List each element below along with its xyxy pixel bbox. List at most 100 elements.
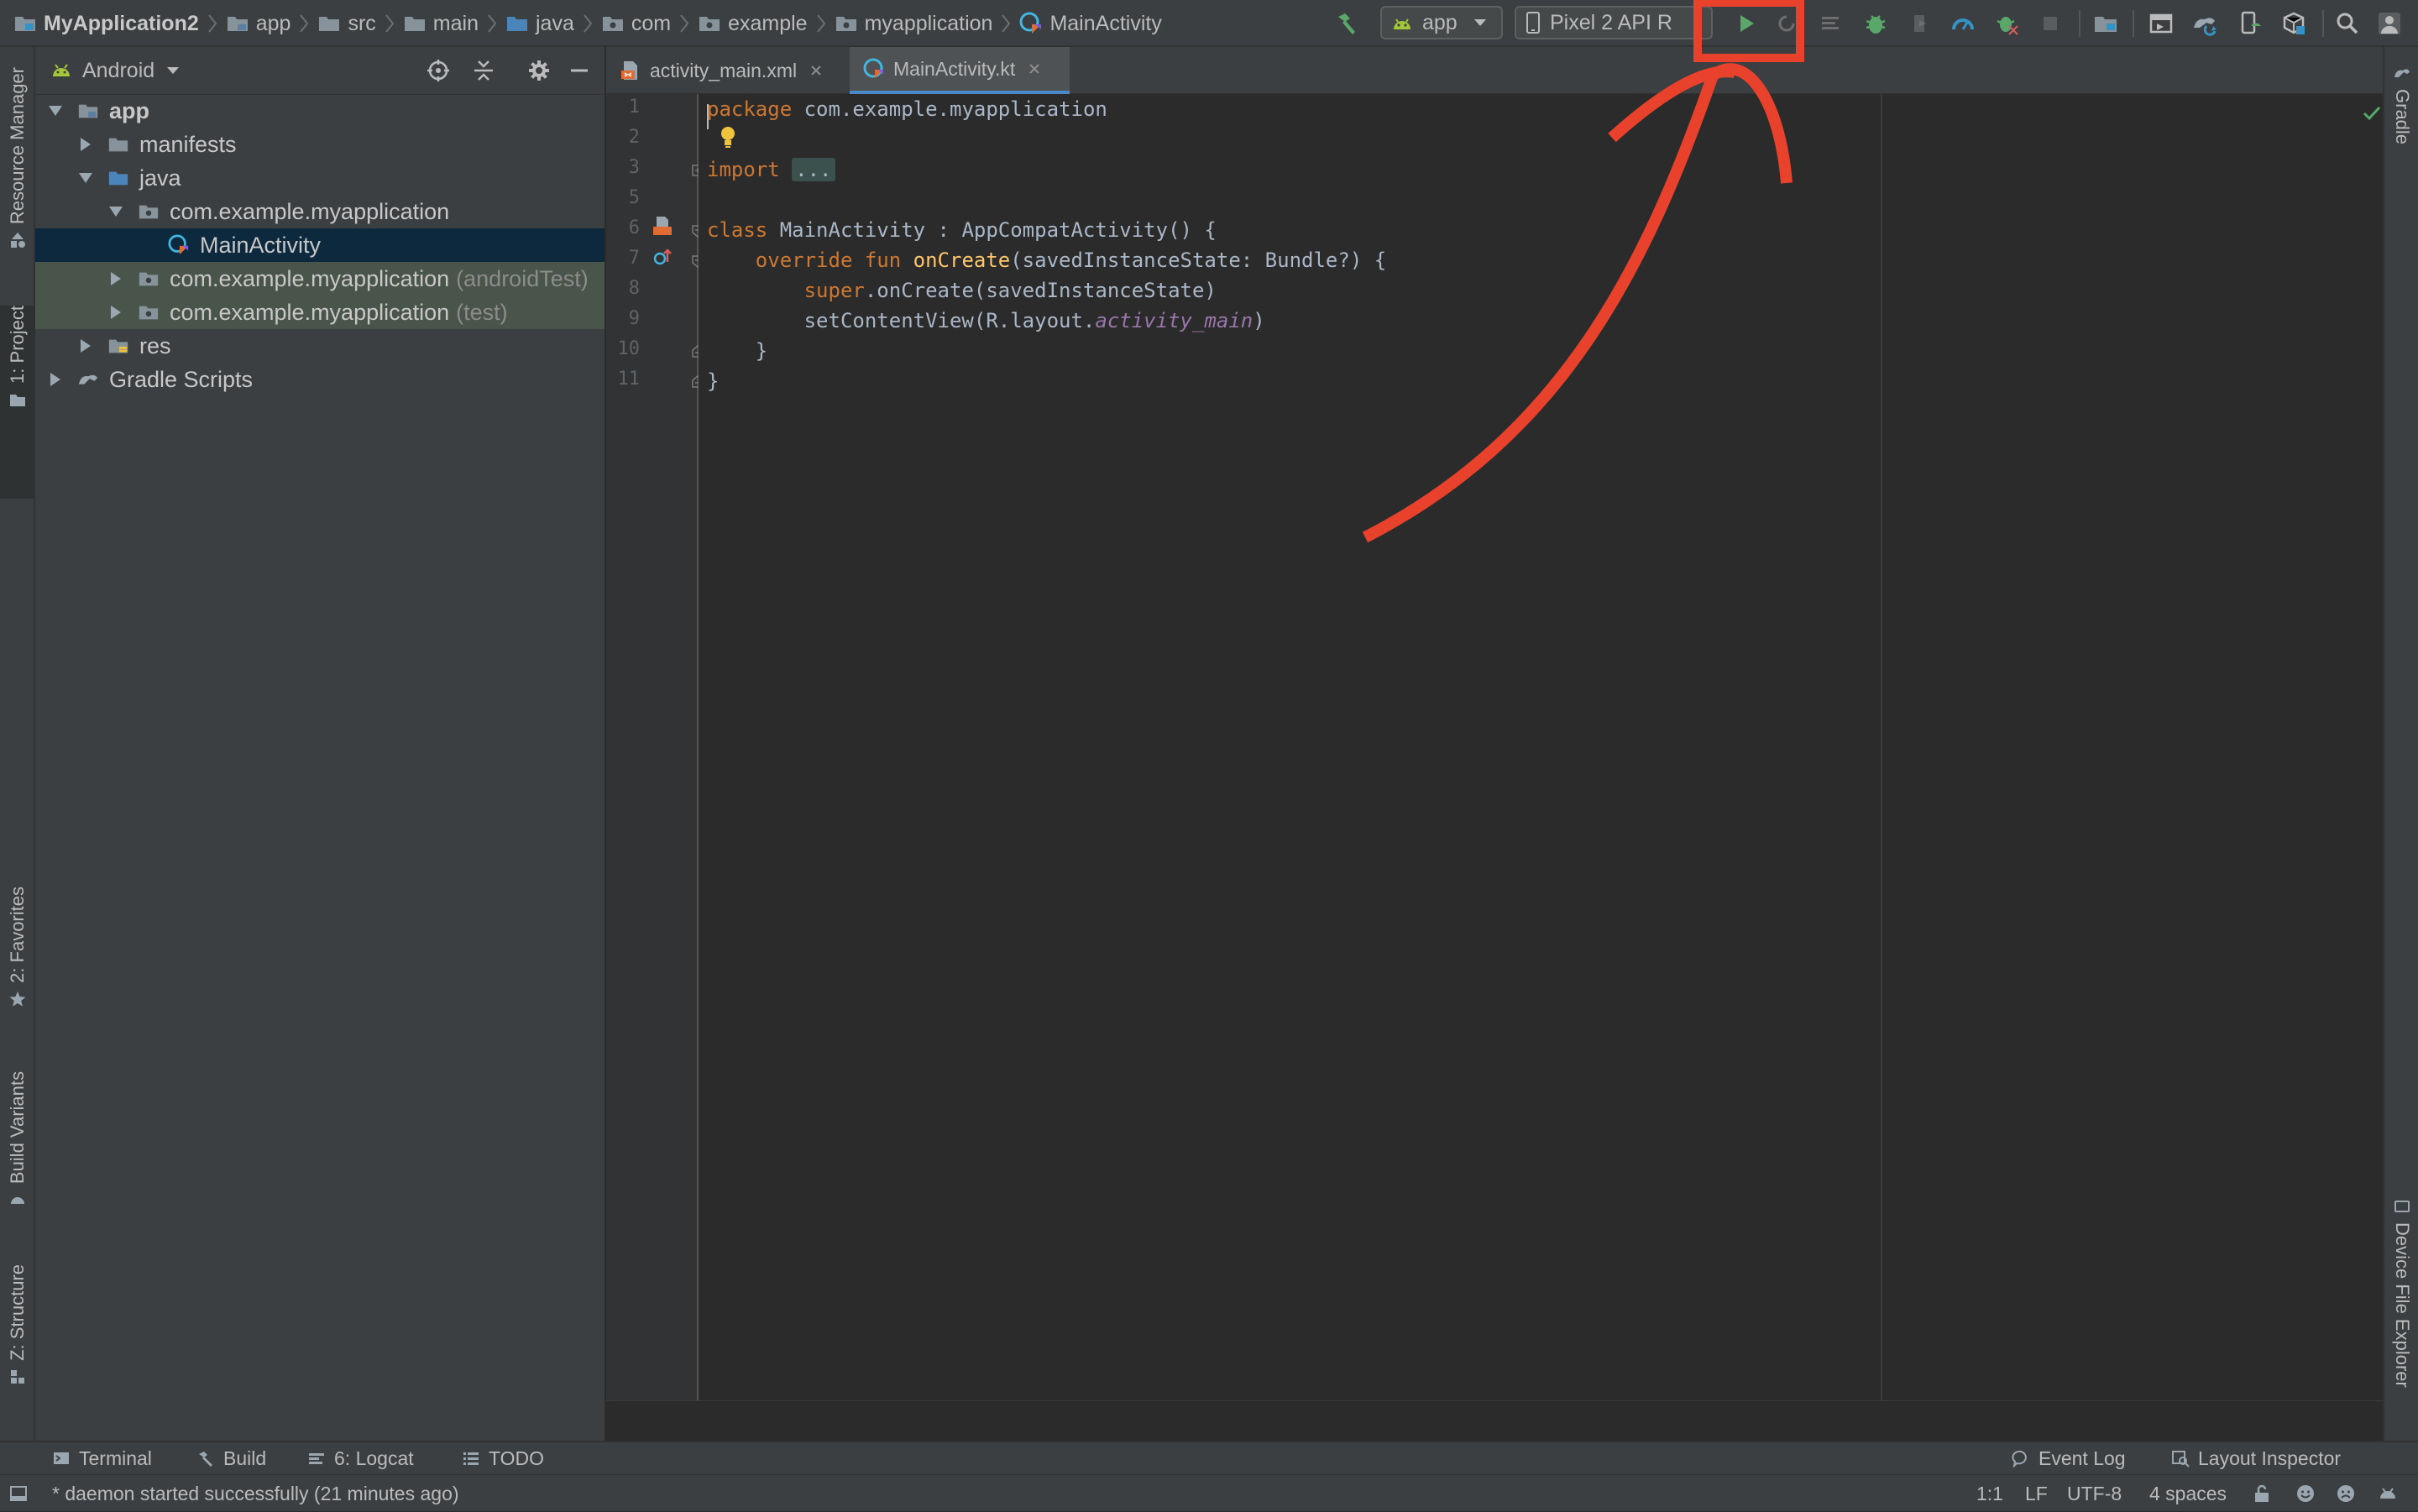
hammer-icon[interactable] xyxy=(1330,7,1363,40)
tree-item[interactable]: com.example.myapplication (test) xyxy=(35,296,604,329)
code-token: onCreate xyxy=(913,249,1011,272)
tree-item-label: app xyxy=(109,97,150,123)
code-token: import xyxy=(707,158,780,181)
breadcrumb-item[interactable]: myapplication xyxy=(835,12,992,36)
folder-icon xyxy=(106,133,131,155)
breadcrumb-item[interactable]: example xyxy=(698,12,808,36)
tree-item[interactable]: com.example.myapplication (androidTest) xyxy=(35,262,604,296)
collapsed-arrow-icon[interactable] xyxy=(77,136,94,153)
project-structure-icon[interactable] xyxy=(2089,7,2122,40)
tree-item[interactable]: java xyxy=(35,161,604,195)
gear-icon[interactable] xyxy=(526,57,552,84)
related-xml-icon[interactable] xyxy=(652,215,673,237)
line-separator[interactable]: LF xyxy=(2025,1475,2048,1512)
file-encoding[interactable]: UTF-8 xyxy=(2067,1475,2122,1512)
tab-build-variants[interactable]: Build Variants xyxy=(0,1071,35,1281)
tab-event-log[interactable]: Event Log xyxy=(2012,1442,2126,1474)
tab-project[interactable]: 1: Project xyxy=(0,306,35,499)
tree-item[interactable]: com.example.myapplication xyxy=(35,195,604,228)
status-message[interactable]: * daemon started successfully (21 minute… xyxy=(52,1475,459,1512)
breadcrumb-item[interactable]: java xyxy=(505,12,574,36)
layout-preview-icon[interactable] xyxy=(2144,7,2178,40)
tab-logcat[interactable]: 6: Logcat xyxy=(307,1442,414,1474)
tab-resource-manager-label: Resource Manager xyxy=(7,67,28,225)
bottom-tool-window-bar: Terminal Build 6: Logcat TODO Event Log … xyxy=(0,1441,2418,1474)
user-avatar[interactable] xyxy=(2373,7,2406,40)
tab-todo[interactable]: TODO xyxy=(462,1442,544,1474)
tree-item[interactable]: Gradle Scripts xyxy=(35,363,604,396)
indent-setting[interactable]: 4 spaces xyxy=(2149,1475,2227,1512)
tree-item[interactable]: app xyxy=(35,94,604,128)
avd-manager-icon[interactable] xyxy=(2233,7,2267,40)
locate-file-icon[interactable] xyxy=(425,57,452,84)
source-folder-icon xyxy=(505,12,529,35)
breadcrumb-item[interactable]: MyApplication2 xyxy=(13,12,199,36)
code-line: override fun onCreate (savedInstanceState… xyxy=(707,245,1386,275)
line-number: 5 xyxy=(628,187,640,208)
caret-position[interactable]: 1:1 xyxy=(1976,1475,2003,1512)
tree-item[interactable]: manifests xyxy=(35,128,604,161)
collapse-all-icon[interactable] xyxy=(470,57,497,84)
expanded-arrow-icon[interactable] xyxy=(77,170,94,186)
sad-face-icon[interactable] xyxy=(2336,1483,2356,1504)
run-configuration-select[interactable]: app xyxy=(1380,6,1503,39)
coverage-icon[interactable] xyxy=(1814,7,1847,40)
expanded-arrow-icon[interactable] xyxy=(47,102,64,119)
profile-icon[interactable] xyxy=(1902,7,1936,40)
stop-icon[interactable] xyxy=(2033,7,2067,40)
project-panel-header: Android xyxy=(35,47,604,95)
gradle-icon xyxy=(2394,69,2410,77)
project-view-select[interactable]: Android xyxy=(50,47,181,94)
no-problems-check-icon[interactable] xyxy=(2361,102,2383,124)
breadcrumb-item[interactable]: src xyxy=(317,12,376,36)
search-icon[interactable] xyxy=(2331,7,2364,40)
hide-panel-icon[interactable] xyxy=(566,57,593,84)
breadcrumb-item[interactable]: com xyxy=(601,12,671,36)
line-number: 6 xyxy=(628,217,640,238)
chevron-right-icon xyxy=(383,12,396,35)
tree-item[interactable]: res xyxy=(35,329,604,363)
line-number: 10 xyxy=(617,338,641,359)
tab-device-file-explorer[interactable]: Device File Explorer xyxy=(2384,1197,2418,1449)
collapsed-arrow-icon[interactable] xyxy=(107,304,124,321)
attach-debugger-icon[interactable] xyxy=(1946,7,1980,40)
debug-icon[interactable] xyxy=(1859,7,1892,40)
tree-item[interactable]: MainActivity xyxy=(35,228,604,262)
source-folder-icon xyxy=(106,167,131,189)
device-select[interactable]: Pixel 2 API R xyxy=(1515,6,1713,39)
close-icon[interactable] xyxy=(1027,61,1042,76)
lightbulb-icon[interactable] xyxy=(717,124,739,149)
run-icon[interactable] xyxy=(1730,7,1763,40)
breadcrumb-item[interactable]: app xyxy=(226,12,290,36)
folded-imports[interactable]: ... xyxy=(792,158,835,181)
collapsed-arrow-icon[interactable] xyxy=(77,337,94,354)
override-icon[interactable] xyxy=(652,247,673,269)
tab-terminal[interactable]: Terminal xyxy=(52,1442,152,1474)
tab-resource-manager[interactable]: Resource Manager xyxy=(0,67,35,302)
tab-activity-main-xml[interactable]: activity_main.xml xyxy=(606,47,850,94)
expanded-arrow-icon[interactable] xyxy=(107,203,124,220)
line-number: 8 xyxy=(628,278,640,299)
collapsed-arrow-icon[interactable] xyxy=(47,371,64,388)
android-icon[interactable] xyxy=(2378,1483,2398,1504)
editor-gutter: 1 2 3 5 6 7 8 9 10 11 xyxy=(606,94,704,1400)
tool-windows-toggle-icon[interactable] xyxy=(8,1483,29,1504)
breadcrumb-item[interactable]: MainActivity xyxy=(1019,12,1162,36)
apply-changes-icon[interactable] xyxy=(1770,7,1803,40)
tab-layout-inspector[interactable]: Layout Inspector xyxy=(2171,1442,2341,1474)
tab-build[interactable]: Build xyxy=(196,1442,266,1474)
sync-debug-icon[interactable] xyxy=(1990,7,2023,40)
collapsed-arrow-icon[interactable] xyxy=(107,270,124,287)
sdk-manager-icon[interactable] xyxy=(2277,7,2311,40)
tab-gradle[interactable]: Gradle xyxy=(2384,64,2418,215)
tab-structure[interactable]: Z: Structure xyxy=(0,1264,35,1466)
tab-main-activity-kt[interactable]: MainActivity.kt xyxy=(850,47,1070,94)
code-editor[interactable]: package com.example.myapplication import… xyxy=(699,94,2383,1400)
breadcrumb-item[interactable]: main xyxy=(403,12,479,36)
tree-item-label: com.example.myapplication xyxy=(170,265,450,291)
close-icon[interactable] xyxy=(809,63,824,78)
lock-icon[interactable] xyxy=(2252,1483,2272,1504)
sync-gradle-icon[interactable] xyxy=(2188,7,2222,40)
happy-face-icon[interactable] xyxy=(2295,1483,2316,1504)
tab-favorites[interactable]: 2: Favorites xyxy=(0,887,35,1088)
